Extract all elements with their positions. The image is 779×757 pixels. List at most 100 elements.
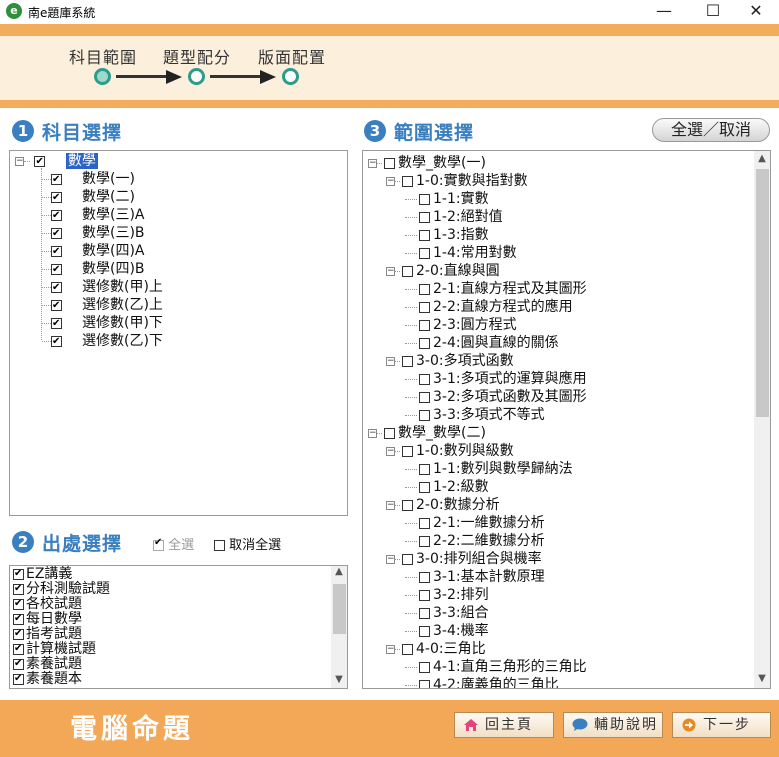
range-checkbox[interactable] <box>419 229 430 241</box>
range-checkbox[interactable] <box>419 247 430 259</box>
range-tree-row[interactable]: 2-2:直線方程式的應用 <box>405 298 573 316</box>
scroll-up-icon[interactable]: ▲ <box>331 566 347 577</box>
source-item-checkbox[interactable] <box>13 566 24 581</box>
range-checkbox[interactable] <box>384 427 395 439</box>
source-item[interactable]: 素養試題 <box>13 656 82 672</box>
select-all-sources[interactable]: 全選 <box>153 534 194 553</box>
subject-item-checkbox[interactable] <box>51 189 62 207</box>
range-checkbox[interactable] <box>419 211 430 223</box>
source-item-checkbox[interactable] <box>13 671 24 686</box>
range-tree-row[interactable]: 3-1:基本計數原理 <box>405 568 545 586</box>
collapse-icon[interactable]: − <box>386 644 395 654</box>
range-tree-row[interactable]: 2-1:直線方程式及其圖形 <box>405 280 587 298</box>
range-tree-row[interactable]: 3-2:多項式函數及其圖形 <box>405 388 587 406</box>
range-checkbox[interactable] <box>419 391 430 403</box>
range-checkbox[interactable] <box>419 337 430 349</box>
scrollbar-thumb[interactable] <box>333 584 346 634</box>
range-checkbox[interactable] <box>419 301 430 313</box>
range-tree-row[interactable]: 3-3:多項式不等式 <box>405 406 545 424</box>
clear-all-sources[interactable]: 取消全選 <box>214 534 281 553</box>
range-tree-row[interactable]: − 數學_數學(一) <box>368 154 486 172</box>
range-checkbox[interactable] <box>402 445 413 457</box>
range-tree-row[interactable]: 2-2:二維數據分析 <box>405 532 545 550</box>
step-label-layout[interactable]: 版面配置 <box>258 44 326 68</box>
subject-item-checkbox[interactable] <box>51 261 62 279</box>
subject-item[interactable]: 數學(四)A <box>42 242 145 261</box>
range-checkbox[interactable] <box>402 355 413 367</box>
select-all-checkbox[interactable] <box>153 537 164 551</box>
subject-item-checkbox[interactable] <box>51 207 62 225</box>
source-item[interactable]: 指考試題 <box>13 626 82 642</box>
home-button[interactable]: 回主頁 <box>454 712 554 738</box>
collapse-icon[interactable]: − <box>368 428 377 438</box>
range-tree-row[interactable]: − 3-0:排列組合與機率 <box>386 550 542 568</box>
range-tree-row[interactable]: 2-4:圓與直線的關係 <box>405 334 559 352</box>
range-tree-row[interactable]: − 數學_數學(二) <box>368 424 486 442</box>
source-list-scrollbar[interactable]: ▲ ▼ <box>331 566 347 688</box>
subject-item[interactable]: 選修數(乙)下 <box>42 332 163 351</box>
range-tree-row[interactable]: 2-3:圓方程式 <box>405 316 517 334</box>
subject-item[interactable]: 數學(三)A <box>42 206 145 225</box>
collapse-icon[interactable]: − <box>15 156 24 166</box>
range-tree-row[interactable]: 1-1:實數 <box>405 190 489 208</box>
scrollbar-thumb[interactable] <box>756 169 769 417</box>
subject-item[interactable]: 數學(一) <box>42 170 135 189</box>
subject-item[interactable]: 選修數(甲)上 <box>42 278 163 297</box>
step-label-subject-range[interactable]: 科目範圍 <box>69 44 137 68</box>
source-item[interactable]: 分科測驗試題 <box>13 581 110 597</box>
source-item[interactable]: 各校試題 <box>13 596 82 612</box>
range-tree-row[interactable]: 3-3:組合 <box>405 604 489 622</box>
subject-item-checkbox[interactable] <box>51 297 62 315</box>
maximize-button[interactable]: ☐ <box>690 0 736 24</box>
tree-root-row[interactable]: − 數學 <box>15 152 98 171</box>
range-tree-row[interactable]: − 4-0:三角比 <box>386 640 486 658</box>
collapse-icon[interactable]: − <box>386 176 395 186</box>
subject-item-checkbox[interactable] <box>51 333 62 351</box>
subject-item[interactable]: 選修數(乙)上 <box>42 296 163 315</box>
range-checkbox[interactable] <box>419 571 430 583</box>
source-item-checkbox[interactable] <box>13 581 24 596</box>
range-checkbox[interactable] <box>419 283 430 295</box>
range-checkbox[interactable] <box>419 535 430 547</box>
source-item-checkbox[interactable] <box>13 596 24 611</box>
range-tree-row[interactable]: 3-1:多項式的運算與應用 <box>405 370 587 388</box>
source-item[interactable]: 每日數學 <box>13 611 82 627</box>
range-checkbox[interactable] <box>402 643 413 655</box>
range-checkbox[interactable] <box>419 679 430 688</box>
source-item-checkbox[interactable] <box>13 641 24 656</box>
minimize-button[interactable]: — <box>641 0 687 24</box>
toggle-all-button[interactable]: 全選／取消 <box>652 118 770 142</box>
range-checkbox[interactable] <box>419 625 430 637</box>
range-checkbox[interactable] <box>419 373 430 385</box>
range-checkbox[interactable] <box>384 157 395 169</box>
range-tree-row[interactable]: − 2-0:數據分析 <box>386 496 500 514</box>
range-tree-row[interactable]: 1-2:級數 <box>405 478 489 496</box>
subject-item-checkbox[interactable] <box>51 315 62 333</box>
range-checkbox[interactable] <box>402 499 413 511</box>
range-tree-row[interactable]: 1-2:絕對值 <box>405 208 503 226</box>
range-checkbox[interactable] <box>419 661 430 673</box>
source-item[interactable]: 計算機試題 <box>13 641 96 657</box>
range-checkbox[interactable] <box>419 193 430 205</box>
subject-item[interactable]: 數學(三)B <box>42 224 145 243</box>
subject-item-checkbox[interactable] <box>51 171 62 189</box>
collapse-icon[interactable]: − <box>386 266 395 276</box>
clear-all-checkbox[interactable] <box>214 540 225 551</box>
range-checkbox[interactable] <box>419 481 430 493</box>
subject-item[interactable]: 數學(四)B <box>42 260 145 279</box>
range-tree-row[interactable]: 3-4:機率 <box>405 622 489 640</box>
step-label-question-type[interactable]: 題型配分 <box>163 44 231 68</box>
scroll-down-icon[interactable]: ▼ <box>331 674 347 685</box>
range-tree-row[interactable]: − 3-0:多項式函數 <box>386 352 514 370</box>
range-checkbox[interactable] <box>419 607 430 619</box>
help-button[interactable]: 輔助說明 <box>563 712 663 738</box>
subject-item-checkbox[interactable] <box>51 243 62 261</box>
collapse-icon[interactable]: − <box>386 356 395 366</box>
close-button[interactable]: ✕ <box>733 0 779 24</box>
source-item[interactable]: 素養題本 <box>13 671 82 687</box>
range-checkbox[interactable] <box>402 265 413 277</box>
range-checkbox[interactable] <box>419 589 430 601</box>
source-item-checkbox[interactable] <box>13 611 24 626</box>
range-tree-row[interactable]: 2-1:一維數據分析 <box>405 514 545 532</box>
root-checkbox[interactable] <box>34 153 46 171</box>
